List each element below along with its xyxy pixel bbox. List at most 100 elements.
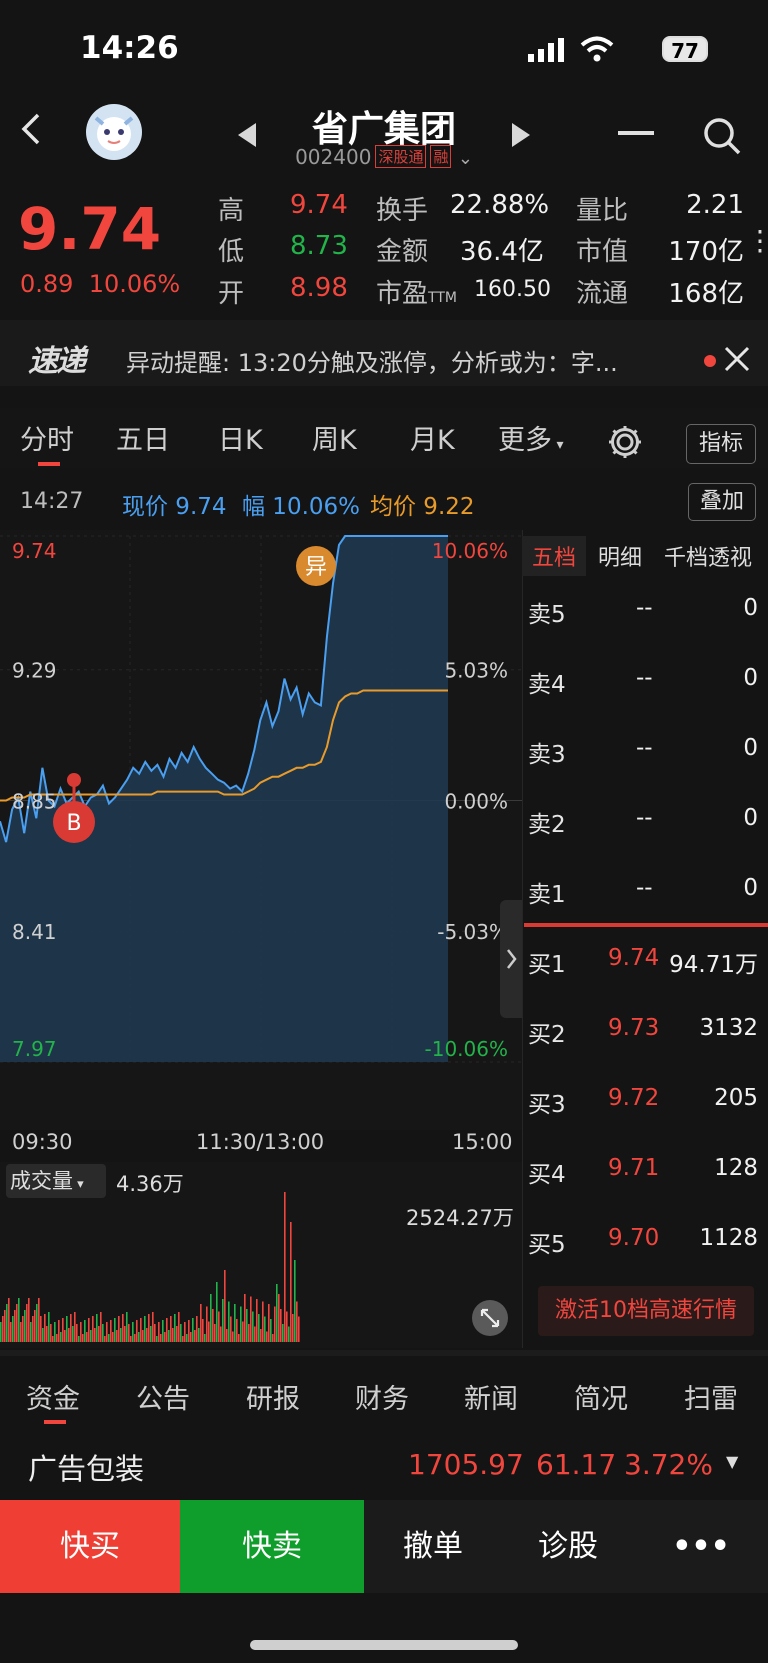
- alert-marker[interactable]: 异: [296, 546, 336, 586]
- cancel-order-button[interactable]: 撤单: [364, 1500, 503, 1593]
- volume-bar: [10, 1322, 12, 1342]
- label-float-cap: 流通: [576, 279, 629, 309]
- tab-intraday[interactable]: 分时: [20, 418, 74, 457]
- btab-profile[interactable]: 简况: [574, 1377, 628, 1416]
- quick-sell-button[interactable]: 快卖: [180, 1500, 364, 1593]
- volume-bar: [194, 1330, 196, 1342]
- btab-risk-scan[interactable]: 扫雷: [684, 1377, 738, 1416]
- value-open: 8.98: [290, 273, 348, 303]
- spread-divider: [524, 923, 768, 927]
- volume-bar: [120, 1328, 122, 1342]
- news-logo: 速递: [28, 344, 86, 379]
- volume-bar: [118, 1316, 120, 1342]
- sell-row-2: 卖2 -- 0: [528, 805, 758, 838]
- btab-underline: [44, 1420, 66, 1424]
- volume-bar: [240, 1306, 242, 1342]
- volume-bar: [154, 1324, 156, 1342]
- tab-more[interactable]: 更多 ▾: [498, 418, 563, 457]
- btab-financials[interactable]: 财务: [355, 1377, 409, 1416]
- more-vertical-icon[interactable]: ⋮: [746, 224, 768, 257]
- volume-bar: [146, 1328, 148, 1342]
- volume-bar: [242, 1321, 244, 1342]
- volume-bar: [32, 1316, 34, 1342]
- volume-bar: [90, 1330, 92, 1342]
- volume-dropdown[interactable]: 成交量 ▾: [6, 1164, 106, 1198]
- minus-icon[interactable]: [618, 130, 654, 138]
- diagnose-button[interactable]: 诊股: [502, 1500, 635, 1593]
- quick-buy-button[interactable]: 快买: [0, 1500, 180, 1593]
- btab-announcements[interactable]: 公告: [136, 1377, 190, 1416]
- more-actions-button[interactable]: •••: [634, 1500, 768, 1593]
- collapse-panel-handle[interactable]: [500, 900, 522, 1018]
- sector-name[interactable]: 广告包装: [28, 1446, 144, 1488]
- sector-index: 1705.97: [408, 1448, 524, 1481]
- volume-bar: [138, 1332, 140, 1342]
- volume-bar: [284, 1192, 286, 1342]
- close-icon[interactable]: [724, 346, 750, 372]
- volume-bar: [24, 1310, 26, 1342]
- status-time: 14:26: [80, 30, 179, 66]
- volume-bar: [178, 1312, 180, 1342]
- volume-bar: [18, 1298, 20, 1342]
- volume-bar: [98, 1326, 100, 1342]
- tab-month-k[interactable]: 月K: [410, 418, 455, 457]
- volume-bar: [92, 1316, 94, 1342]
- expand-icon[interactable]: [472, 1300, 508, 1336]
- volume-bar: [0, 1322, 2, 1342]
- volume-bar: [140, 1318, 142, 1342]
- volume-bar: [294, 1260, 296, 1342]
- volume-bar: [108, 1334, 110, 1342]
- x-tick-open: 09:30: [12, 1130, 73, 1154]
- overlay-button[interactable]: 叠加: [688, 483, 756, 521]
- volume-bar: [260, 1329, 262, 1342]
- caret-down-icon[interactable]: ▼: [726, 1452, 738, 1471]
- value-pe: 160.50: [474, 277, 551, 302]
- tab-day-k[interactable]: 日K: [218, 418, 263, 457]
- volume-bar: [72, 1326, 74, 1342]
- volume-bar: [190, 1332, 192, 1342]
- volume-bar: [292, 1314, 294, 1342]
- tag-margin: 融: [430, 145, 452, 168]
- search-icon[interactable]: [702, 116, 742, 156]
- volume-bar: [36, 1304, 38, 1342]
- value-amount: 36.4亿: [460, 237, 544, 267]
- stock-code-row[interactable]: 002400 深股通融 ⌄: [0, 145, 768, 169]
- volume-bar: [28, 1298, 30, 1342]
- volume-bar: [172, 1328, 174, 1342]
- volume-bar: [22, 1316, 24, 1342]
- volume-bar: [254, 1326, 256, 1342]
- btab-research[interactable]: 研报: [246, 1377, 300, 1416]
- sell-row-3: 卖3 -- 0: [528, 735, 758, 768]
- gear-icon[interactable]: [607, 424, 643, 460]
- book-tab-depth[interactable]: 千档透视: [664, 540, 752, 572]
- volume-bar: [50, 1324, 52, 1342]
- btab-news[interactable]: 新闻: [464, 1377, 518, 1416]
- tab-five-day[interactable]: 五日: [116, 418, 170, 457]
- indicator-button[interactable]: 指标: [686, 424, 756, 464]
- volume-bar: [168, 1330, 170, 1342]
- volume-bar: [124, 1326, 126, 1342]
- svg-text:异: 异: [305, 555, 327, 580]
- tab-week-k[interactable]: 周K: [312, 418, 357, 457]
- next-stock-icon[interactable]: [510, 122, 532, 148]
- volume-bar: [200, 1304, 202, 1342]
- volume-bar: [4, 1310, 6, 1342]
- volume-bar: [210, 1294, 212, 1342]
- buy-row-1: 买1 9.74 94.71万: [528, 945, 758, 978]
- activate-level10-button[interactable]: 激活10档高速行情: [538, 1286, 754, 1336]
- news-text[interactable]: 异动提醒: 13:20分触及涨停，分析或为：字...: [126, 343, 618, 378]
- btab-funds[interactable]: 资金: [26, 1377, 80, 1416]
- volume-bar: [66, 1316, 68, 1342]
- y-tick-right-0: 10.06%: [432, 539, 508, 563]
- volume-bar: [290, 1222, 292, 1342]
- volume-bar: [70, 1314, 72, 1342]
- volume-bar: [136, 1320, 138, 1342]
- intraday-chart[interactable]: 异 B 9.74 9.29 8.85 8.41 7.97 10.06% 5.03…: [0, 530, 522, 1130]
- volume-bar: [152, 1312, 154, 1342]
- book-tab-detail[interactable]: 明细: [598, 540, 642, 572]
- book-tab-five-level[interactable]: 五档: [532, 540, 576, 572]
- volume-bar: [20, 1322, 22, 1342]
- volume-bar: [214, 1324, 216, 1342]
- volume-bar: [38, 1298, 40, 1342]
- volume-bar: [6, 1304, 8, 1342]
